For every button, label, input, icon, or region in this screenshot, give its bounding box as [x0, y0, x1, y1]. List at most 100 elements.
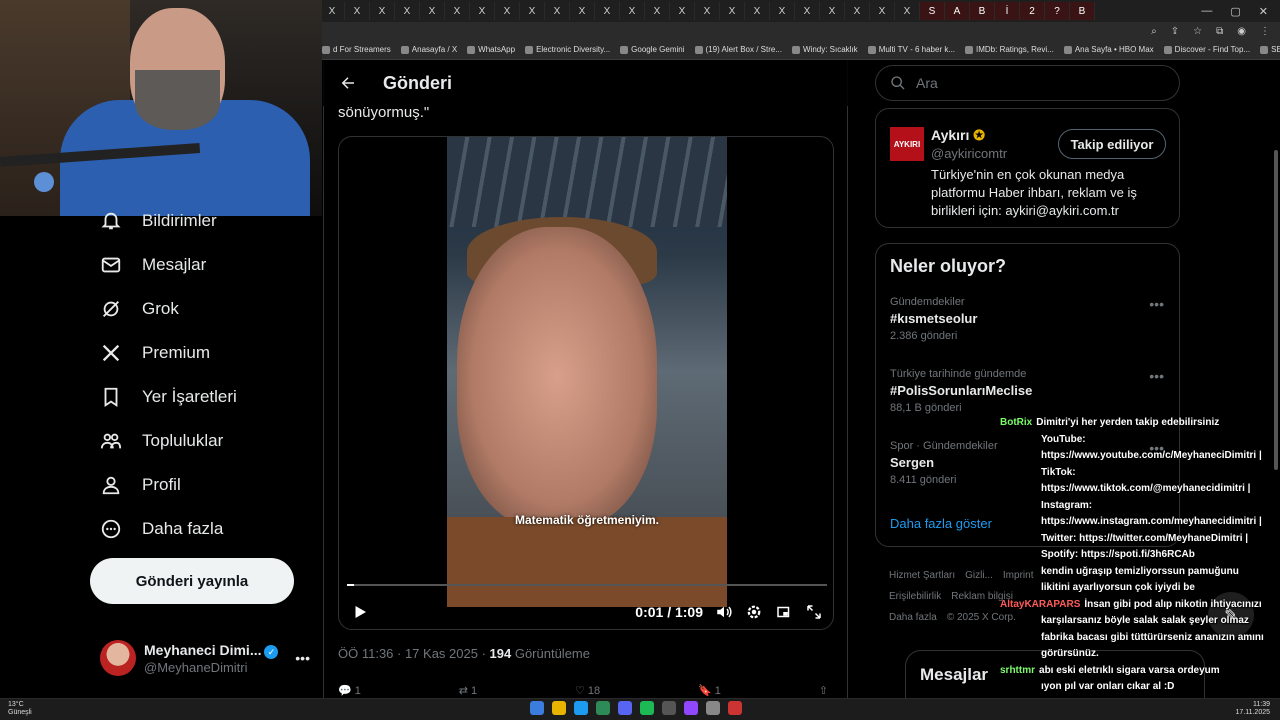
nav-item-topluluklar[interactable]: Topluluklar — [100, 423, 223, 459]
settings-gear-icon[interactable] — [745, 603, 763, 621]
maximize-icon[interactable]: ▢ — [1230, 5, 1240, 18]
taskbar-app-icon[interactable] — [552, 701, 566, 715]
browser-tab[interactable]: 2 — [1020, 2, 1045, 20]
browser-tab[interactable]: X — [820, 2, 845, 20]
browser-tab[interactable]: X — [420, 2, 445, 20]
browser-tab[interactable]: X — [545, 2, 570, 20]
more-icon[interactable]: ••• — [295, 650, 310, 666]
minimize-icon[interactable]: — — [1201, 5, 1212, 18]
browser-tab[interactable]: X — [720, 2, 745, 20]
taskbar-app-icon[interactable] — [574, 701, 588, 715]
star-icon[interactable]: ☆ — [1193, 26, 1202, 37]
browser-tab[interactable]: A — [945, 2, 970, 20]
search-input[interactable]: Ara — [875, 65, 1180, 101]
close-icon[interactable]: ✕ — [1259, 5, 1268, 18]
browser-tab[interactable]: X — [845, 2, 870, 20]
post-timestamp[interactable]: ÖÖ 11:36 · 17 Kas 2025 · — [338, 646, 490, 661]
following-button[interactable]: Takip ediliyor — [1058, 129, 1166, 159]
trend-item[interactable]: Gündemdekiler #kısmetseolur 2.386 gönderi •… — [890, 296, 1170, 342]
bookmark-item[interactable]: SEÇİM SONUÇLARI... — [1260, 45, 1280, 54]
system-clock[interactable]: 11:39 17.11.2025 — [1235, 701, 1270, 717]
video-frame[interactable] — [447, 137, 727, 607]
picture-in-picture-icon[interactable] — [775, 603, 793, 621]
repost-button[interactable]: ⇄ 1 — [459, 684, 477, 697]
bookmark-item[interactable]: Anasayfa / X — [400, 45, 457, 54]
account-card-name[interactable]: Aykırı ✪ — [931, 127, 985, 144]
browser-tab[interactable]: ? — [1045, 2, 1070, 20]
footer-link[interactable]: Daha fazla — [889, 607, 937, 628]
share-button[interactable]: ⇧ — [819, 684, 828, 697]
trend-item[interactable]: Türkiye tarihinde gündemde #PolisSorunlar… — [890, 368, 1170, 414]
browser-tab[interactable]: X — [695, 2, 720, 20]
nav-item-grok[interactable]: Grok — [100, 291, 179, 327]
bookmark-item[interactable]: WhatsApp — [467, 45, 515, 54]
nav-item-mesajlar[interactable]: Mesajlar — [100, 247, 206, 283]
taskbar-app-icon[interactable] — [728, 701, 742, 715]
post-button[interactable]: Gönderi yayınla — [90, 558, 294, 604]
back-arrow-icon[interactable] — [339, 74, 357, 92]
window-controls[interactable]: — ▢ ✕ — [1201, 5, 1280, 18]
browser-tab[interactable]: X — [345, 2, 370, 20]
volume-icon[interactable] — [715, 603, 733, 621]
bookmark-item[interactable]: Ana Sayfa • HBO Max — [1063, 45, 1154, 54]
more-icon[interactable]: ••• — [1149, 296, 1164, 312]
more-icon[interactable]: ••• — [1149, 368, 1164, 384]
video-progress-bar[interactable] — [347, 584, 827, 586]
fullscreen-icon[interactable] — [805, 603, 823, 621]
bookmark-item[interactable]: Google Gemini — [620, 45, 685, 54]
browser-tab[interactable]: X — [470, 2, 495, 20]
browser-tab[interactable]: X — [370, 2, 395, 20]
browser-tab[interactable]: X — [395, 2, 420, 20]
bookmark-item[interactable]: Electronic Diversity... — [525, 45, 610, 54]
aykiri-logo[interactable]: AYKIRI — [890, 127, 924, 161]
bookmark-item[interactable]: Multi TV - 6 haber k... — [867, 45, 955, 54]
footer-link[interactable]: Gizli... — [965, 565, 993, 586]
taskbar-app-icon[interactable] — [706, 701, 720, 715]
reply-button[interactable]: 💬 1 — [338, 684, 361, 697]
bookmark-item[interactable]: d For Streamers — [322, 45, 391, 54]
browser-tab[interactable]: X — [620, 2, 645, 20]
taskbar-app-icon[interactable] — [684, 701, 698, 715]
taskbar-app-icon[interactable] — [530, 701, 544, 715]
browser-tab[interactable]: X — [645, 2, 670, 20]
browser-tab[interactable]: S — [920, 2, 945, 20]
browser-tab[interactable]: X — [745, 2, 770, 20]
browser-tab[interactable]: B — [970, 2, 995, 20]
browser-tab[interactable]: X — [445, 2, 470, 20]
taskbar-app-icon[interactable] — [618, 701, 632, 715]
menu-icon[interactable]: ⋮ — [1260, 26, 1270, 37]
show-more-link[interactable]: Daha fazla göster — [890, 516, 992, 531]
browser-tab[interactable]: X — [870, 2, 895, 20]
nav-item-profil[interactable]: Profil — [100, 467, 181, 503]
browser-tab[interactable]: B — [1070, 2, 1095, 20]
browser-tab[interactable]: X — [670, 2, 695, 20]
profile-icon[interactable]: ◉ — [1237, 26, 1246, 37]
nav-item-bildirimler[interactable]: Bildirimler — [100, 203, 217, 239]
nav-item-premium[interactable]: Premium — [100, 335, 210, 371]
browser-tab[interactable]: X — [570, 2, 595, 20]
bookmark-item[interactable]: Discover - Find Top... — [1163, 45, 1250, 54]
nav-item-daha-fazla[interactable]: Daha fazla — [100, 511, 223, 547]
nav-item-yer-i̇şaretleri[interactable]: Yer İşaretleri — [100, 379, 237, 415]
video-player[interactable]: Matematik öğretmeniyim. 0:01 / 1:09 — [338, 136, 834, 630]
taskbar-app-icon[interactable] — [640, 701, 654, 715]
play-icon[interactable] — [351, 603, 369, 621]
weather-widget[interactable]: 13°C Güneşli — [8, 701, 32, 717]
browser-tab[interactable]: X — [895, 2, 920, 20]
browser-tab[interactable]: İ — [995, 2, 1020, 20]
share-icon[interactable]: ⇪ — [1171, 26, 1179, 37]
browser-tab[interactable]: X — [320, 2, 345, 20]
bookmark-item[interactable]: IMDb: Ratings, Revi... — [965, 45, 1054, 54]
taskbar-app-icon[interactable] — [596, 701, 610, 715]
account-switcher[interactable]: Meyhaneci Dimi... ✓ @MeyhaneDimitri ••• — [100, 636, 310, 680]
bookmark-button[interactable]: 🔖 1 — [698, 684, 721, 697]
extensions-icon[interactable]: ⧉ — [1216, 26, 1223, 37]
bookmark-item[interactable]: Windy: Sıcaklık — [792, 45, 858, 54]
browser-tab[interactable]: X — [770, 2, 795, 20]
footer-link[interactable]: Hizmet Şartları — [889, 565, 955, 586]
like-button[interactable]: ♡ 18 — [575, 684, 600, 697]
scrollbar[interactable] — [1272, 60, 1280, 470]
browser-tab[interactable]: X — [520, 2, 545, 20]
browser-tab[interactable]: X — [495, 2, 520, 20]
taskbar-app-icon[interactable] — [662, 701, 676, 715]
